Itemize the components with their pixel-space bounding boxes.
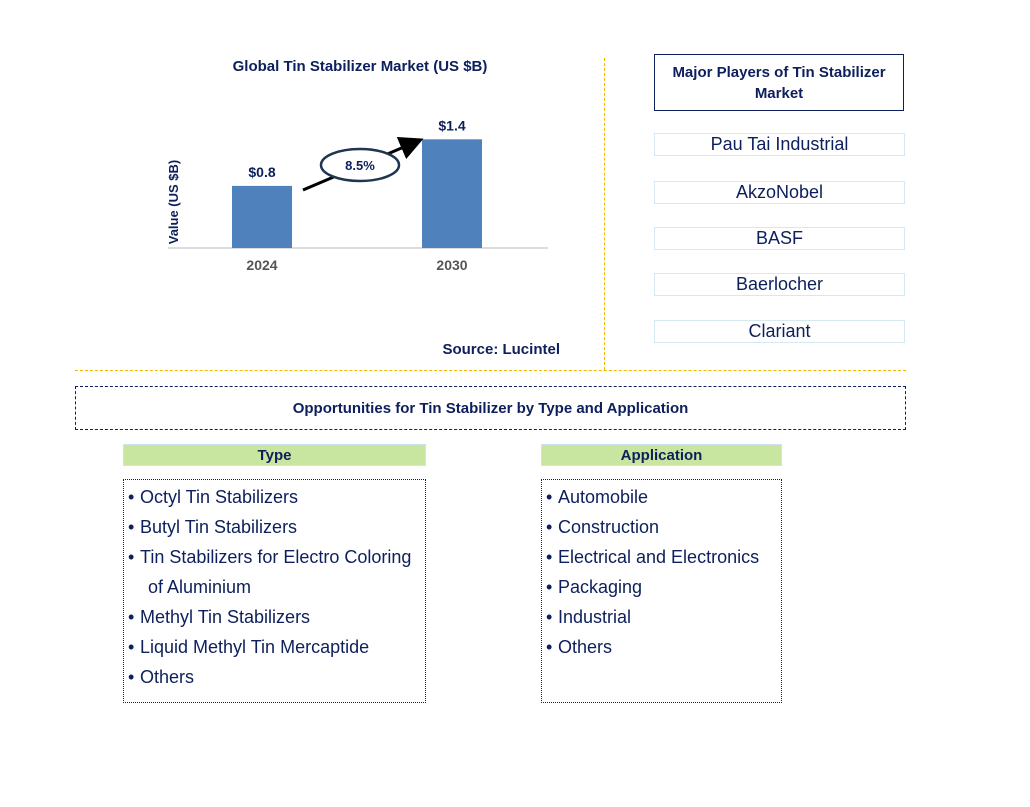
player-item: AkzoNobel [654, 181, 905, 204]
y-axis-label: Value (US $B) [166, 160, 181, 245]
bar-2030 [422, 139, 482, 248]
type-header: Type [123, 444, 426, 466]
player-item: Pau Tai Industrial [654, 133, 905, 156]
bullet-icon: • [128, 607, 135, 627]
opportunities-title: Opportunities for Tin Stabilizer by Type… [75, 386, 906, 430]
list-item: • Construction [546, 512, 781, 542]
bullet-icon: • [546, 577, 553, 597]
x-tick-label: 2030 [436, 257, 467, 273]
bullet-icon: • [128, 517, 135, 537]
bullet-icon: • [128, 637, 135, 657]
list-item: • Others [546, 632, 781, 662]
cagr-label: 8.5% [345, 158, 375, 173]
data-label: $1.4 [438, 117, 465, 133]
players-header: Major Players of Tin Stabilizer Market [654, 54, 904, 111]
list-item: • Methyl Tin Stabilizers [128, 602, 425, 632]
bullet-icon: • [128, 547, 135, 567]
player-item: BASF [654, 227, 905, 250]
list-item: • Tin Stabilizers for Electro Coloring [128, 542, 425, 572]
list-item: • Liquid Methyl Tin Mercaptide [128, 632, 425, 662]
list-item: • Electrical and Electronics [546, 542, 781, 572]
list-item: • Automobile [546, 482, 781, 512]
bullet-icon: • [546, 487, 553, 507]
data-label: $0.8 [248, 164, 275, 180]
list-item: of Aluminium [148, 577, 252, 597]
bullet-icon: • [128, 667, 135, 687]
list-item: • Packaging [546, 572, 781, 602]
bar-chart: Value (US $B) $0.8 2024 $1.4 2030 8.5% [166, 117, 548, 273]
bar-2024 [232, 185, 292, 248]
bullet-icon: • [546, 637, 553, 657]
chart-title: Global Tin Stabilizer Market (US $B) [232, 58, 488, 75]
horizontal-divider [75, 370, 906, 371]
application-header: Application [541, 444, 782, 466]
bullet-icon: • [128, 487, 135, 507]
vertical-divider [604, 58, 605, 370]
list-item: • Industrial [546, 602, 781, 632]
x-tick-label: 2024 [246, 257, 277, 273]
source-label: Source: Lucintel [442, 341, 560, 358]
player-item: Baerlocher [654, 273, 905, 296]
bullet-icon: • [546, 607, 553, 627]
bullet-icon: • [546, 517, 553, 537]
list-item: • Butyl Tin Stabilizers [128, 512, 425, 542]
list-item: • Octyl Tin Stabilizers [128, 482, 425, 512]
application-list: • Automobile • Construction • Electrical and … [541, 479, 782, 703]
bullet-icon: • [546, 547, 553, 567]
list-item: • Others [128, 662, 425, 692]
type-list: • Octyl Tin Stabilizers • Butyl Tin Stabili… [123, 479, 426, 703]
player-item: Clariant [654, 320, 905, 343]
